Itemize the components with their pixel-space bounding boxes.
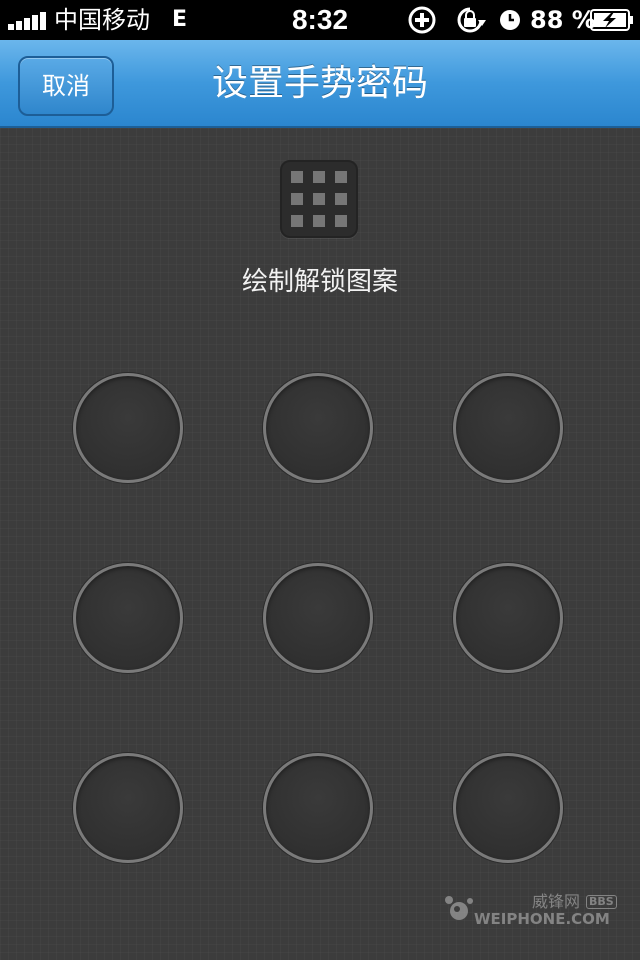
pattern-dot-7[interactable] [73, 753, 183, 863]
weiphone-logo-icon [445, 896, 473, 920]
watermark-cn: 威锋网 [532, 892, 581, 911]
battery-charging-icon [590, 9, 633, 31]
pattern-dot-4[interactable] [73, 563, 183, 673]
pattern-dot-2[interactable] [263, 373, 373, 483]
pattern-dot-9[interactable] [453, 753, 563, 863]
navigation-bar: 设置手势密码 取消 [0, 40, 640, 128]
screen: 中国移动 E 8:32 88 % 设置手势密码 取消 绘制解锁图案 威锋网 BB… [0, 0, 640, 960]
cancel-button[interactable]: 取消 [18, 56, 114, 116]
instruction-text: 绘制解锁图案 [241, 267, 398, 297]
rotation-lock-icon [457, 7, 486, 33]
status-bar: 中国移动 E 8:32 88 % [0, 0, 640, 40]
battery-percent: 88 % [530, 6, 596, 34]
grid-icon [280, 160, 358, 238]
pattern-dot-6[interactable] [453, 563, 563, 673]
alarm-clock-icon [500, 10, 520, 30]
pattern-dot-1[interactable] [73, 373, 183, 483]
add-circle-icon [408, 6, 436, 34]
pattern-dot-5[interactable] [263, 563, 373, 673]
pattern-dot-3[interactable] [453, 373, 563, 483]
pattern-dot-8[interactable] [263, 753, 373, 863]
watermark-en: WEIPHONE.COM [474, 910, 610, 928]
watermark-bbs: BBS [586, 895, 617, 909]
weiphone-watermark: 威锋网 BBS WEIPHONE.COM [444, 892, 634, 932]
